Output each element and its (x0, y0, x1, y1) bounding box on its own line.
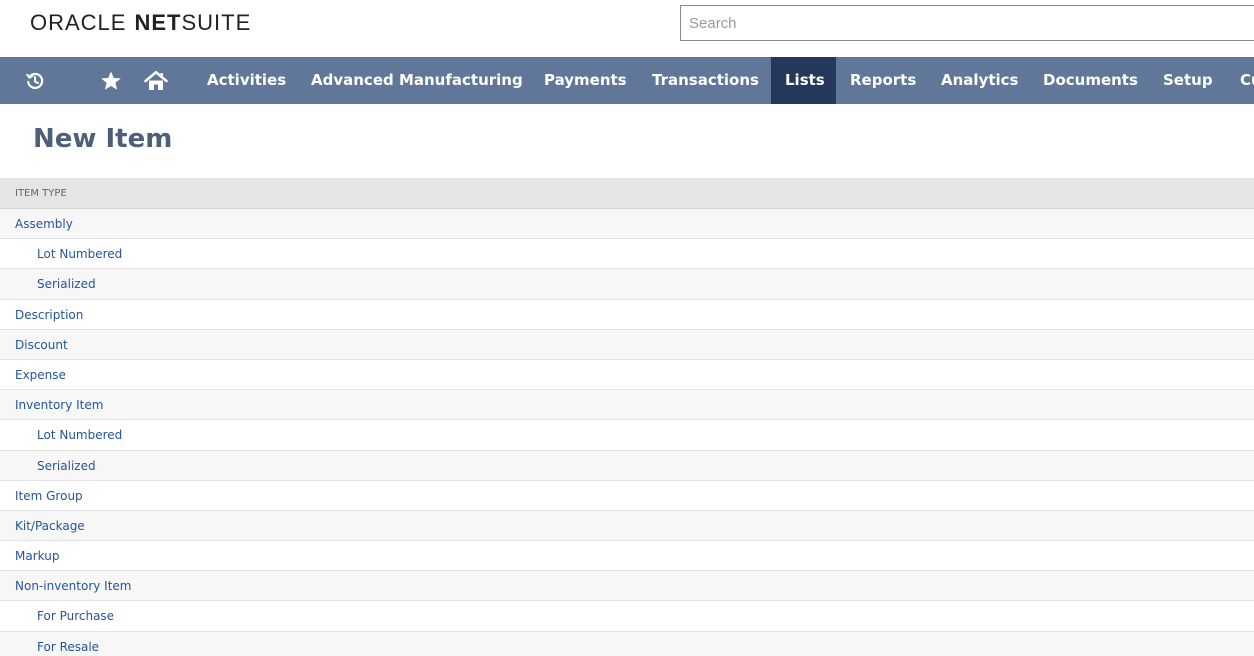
nav-payments[interactable]: Payments (530, 57, 641, 104)
list-item-description[interactable]: Description (0, 299, 1254, 330)
nav-transactions[interactable]: Transactions (638, 57, 773, 104)
nav-lists[interactable]: Lists (771, 57, 836, 104)
star-icon[interactable] (93, 57, 129, 104)
logo-suite-text: SUITE (181, 10, 252, 35)
recent-records-icon[interactable] (17, 57, 53, 104)
item-type-column-header: ITEM TYPE (0, 178, 1254, 209)
list-item-assembly-lot-numbered[interactable]: Lot Numbered (0, 239, 1254, 270)
nav-reports[interactable]: Reports (836, 57, 930, 104)
list-item-for-purchase[interactable]: For Purchase (0, 601, 1254, 632)
nav-setup[interactable]: Setup (1149, 57, 1227, 104)
page: ORACLE NET SUITE Activities (0, 0, 1254, 656)
global-search-input[interactable] (680, 5, 1254, 41)
list-item-item-group[interactable]: Item Group (0, 480, 1254, 511)
page-title: New Item (33, 124, 173, 154)
nav-activities[interactable]: Activities (193, 57, 300, 104)
list-item-inventory-item[interactable]: Inventory Item (0, 390, 1254, 421)
nav-advanced-manufacturing[interactable]: Advanced Manufacturing (297, 57, 537, 104)
list-item-non-inventory-item[interactable]: Non-inventory Item (0, 571, 1254, 602)
logo-net-text: NET (134, 10, 182, 35)
nav-customization-truncated[interactable]: Cu (1226, 57, 1254, 104)
list-item-for-resale[interactable]: For Resale (0, 631, 1254, 656)
list-item-expense[interactable]: Expense (0, 359, 1254, 391)
list-item-kit-package[interactable]: Kit/Package (0, 510, 1254, 542)
list-item-inventory-serialized[interactable]: Serialized (0, 450, 1254, 481)
list-item-assembly[interactable]: Assembly (0, 209, 1254, 240)
logo-oracle-text: ORACLE (30, 10, 127, 35)
nav-analytics[interactable]: Analytics (927, 57, 1032, 104)
top-bar: ORACLE NET SUITE (0, 0, 1254, 57)
list-item-markup[interactable]: Markup (0, 541, 1254, 572)
list-item-inventory-lot-numbered[interactable]: Lot Numbered (0, 420, 1254, 451)
list-item-discount[interactable]: Discount (0, 329, 1254, 360)
home-icon[interactable] (138, 57, 174, 104)
main-navigation-bar: Activities Advanced Manufacturing Paymen… (0, 57, 1254, 104)
oracle-netsuite-logo[interactable]: ORACLE NET SUITE (30, 10, 251, 36)
list-item-assembly-serialized[interactable]: Serialized (0, 269, 1254, 300)
nav-documents[interactable]: Documents (1029, 57, 1152, 104)
item-type-list: ITEM TYPE Assembly Lot Numbered Serializ… (0, 178, 1254, 656)
